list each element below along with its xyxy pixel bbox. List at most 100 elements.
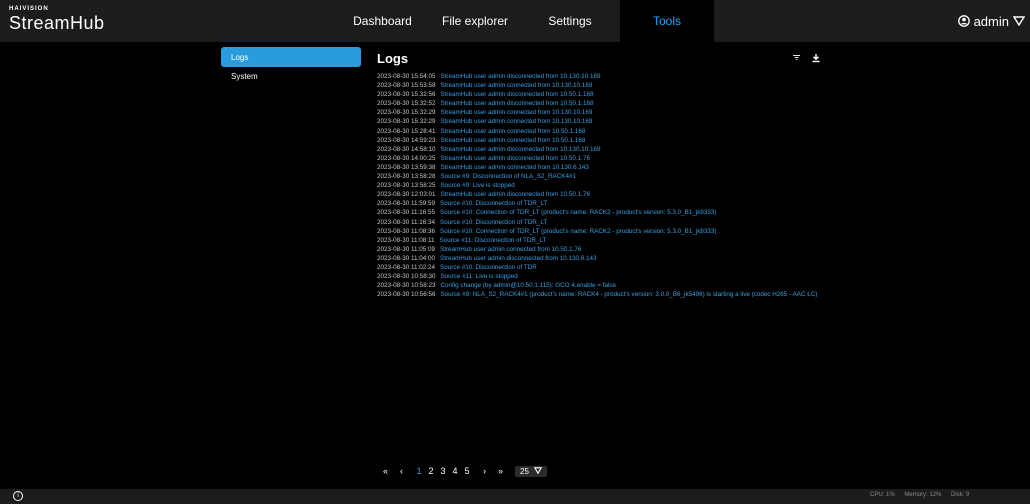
log-timestamp: 2023-08-30 13:59:38 [377, 163, 436, 171]
log-timestamp: 2023-08-30 10:58:23 [377, 282, 436, 290]
page-3-button[interactable]: 3 [437, 466, 449, 476]
per-page-value: 25 [520, 466, 529, 476]
info-icon[interactable]: i [13, 491, 23, 501]
sidebar-item-system[interactable]: System [221, 66, 361, 86]
per-page-select[interactable]: 25 [515, 465, 548, 477]
log-entry: 2023-08-30 10:58:30 Source #11: Live is s… [377, 272, 827, 281]
log-entry: 2023-08-30 14:59:23 StreamHub user admin … [377, 136, 827, 145]
log-message: Source #10: Connection of TDR_LT (produc… [440, 227, 717, 235]
log-entry: 2023-08-30 11:02:24 Source #10: Disconnec… [377, 263, 827, 272]
log-message: Source #9: Live is stopped [440, 182, 515, 190]
log-entry: 2023-08-30 12:03:01 StreamHub user admin … [377, 190, 827, 199]
brand-product: StreamHub [9, 13, 105, 33]
log-timestamp: 2023-08-30 11:16:34 [377, 218, 436, 226]
log-message: Source #10: Connection of TDR_LT (produc… [440, 209, 717, 217]
filter-icon[interactable] [792, 53, 801, 62]
page-title: Logs [377, 51, 409, 66]
log-entry: 2023-08-30 11:16:55 Source #10: Connectio… [377, 208, 827, 217]
tab-file-explorer[interactable]: File explorer [430, 0, 520, 42]
brand-logo: HAIVISION StreamHub [9, 6, 105, 33]
log-timestamp: 2023-08-30 11:59:59 [377, 200, 436, 208]
log-message: StreamHub user admin connected from 10.1… [440, 163, 589, 171]
log-entry: 2023-08-30 15:32:29 StreamHub user admin … [377, 117, 827, 126]
download-icon[interactable] [811, 53, 821, 63]
log-timestamp: 2023-08-30 15:32:52 [377, 100, 436, 108]
log-entry: 2023-08-30 15:53:58 StreamHub user admin … [377, 81, 827, 90]
log-entry: 2023-08-30 15:28:41 StreamHub user admin … [377, 127, 827, 136]
log-timestamp: 2023-08-30 11:08:36 [377, 227, 436, 235]
log-message: StreamHub user admin connected from 10.1… [440, 118, 593, 126]
user-menu[interactable]: admin [957, 0, 1030, 42]
log-entry: 2023-08-30 14:58:10 StreamHub user admin … [377, 145, 827, 154]
log-timestamp: 2023-08-30 13:58:28 [377, 173, 436, 181]
log-message: Source #10: Disconnection of TDR [440, 263, 537, 271]
log-entry: 2023-08-30 13:58:25 Source #9: Live is st… [377, 181, 827, 190]
system-stats: CPU: 1% Memory: 12% Disk: 9 [870, 492, 977, 498]
log-entry: 2023-08-30 11:08:11 Source #11: Disconnec… [377, 236, 827, 245]
sidebar-item-label: Logs [231, 52, 249, 62]
log-message: StreamHub user admin disconnected from 1… [440, 154, 590, 162]
log-message: StreamHub user admin disconnected from 1… [440, 145, 601, 153]
log-timestamp: 2023-08-30 11:05:09 [377, 245, 436, 253]
log-message: StreamHub user admin disconnected from 1… [440, 100, 594, 108]
log-entry: 2023-08-30 10:56:56 Source #9: NLA_S2_RAC… [377, 290, 827, 299]
log-message: StreamHub user admin connected from 10.1… [440, 82, 593, 90]
log-message: Source #10: Disconnection of TDR_LT [440, 200, 548, 208]
log-message: Source #11: Live is stopped [440, 273, 518, 281]
log-entry: 2023-08-30 15:32:52 StreamHub user admin … [377, 99, 827, 108]
user-name: admin [973, 13, 1009, 29]
log-timestamp: 2023-08-30 11:02:24 [377, 263, 436, 271]
chevron-down-icon [534, 466, 543, 474]
log-message: Source #9: Disconnection of NLA_S2_RACK4… [440, 173, 576, 181]
log-message: StreamHub user admin disconnected from 1… [440, 73, 601, 80]
page-1-button[interactable]: 1 [413, 466, 425, 476]
log-timestamp: 2023-08-30 10:58:30 [377, 273, 436, 281]
page-5-button[interactable]: 5 [461, 466, 473, 476]
tab-tools[interactable]: Tools [620, 0, 714, 42]
memory-stat: Memory: 12% [904, 492, 942, 498]
status-bar: i CPU: 1% Memory: 12% Disk: 9 [0, 489, 1030, 504]
log-entry: 2023-08-30 11:04:00 StreamHub user admin … [377, 254, 827, 263]
log-list: 2023-08-30 15:54:05 StreamHub user admin … [377, 72, 827, 299]
log-timestamp: 2023-08-30 10:56:56 [377, 291, 436, 299]
log-timestamp: 2023-08-30 14:00:25 [377, 154, 436, 162]
prev-page-button[interactable]: ‹ [400, 466, 403, 476]
log-timestamp: 2023-08-30 13:58:25 [377, 182, 436, 190]
tab-dashboard[interactable]: Dashboard [340, 0, 425, 42]
log-entry: 2023-08-30 15:32:56 StreamHub user admin … [377, 90, 827, 99]
last-page-button[interactable]: » [498, 466, 503, 476]
tab-settings[interactable]: Settings [525, 0, 615, 42]
log-timestamp: 2023-08-30 15:28:41 [377, 127, 436, 135]
page-4-button[interactable]: 4 [449, 466, 461, 476]
log-timestamp: 2023-08-30 11:08:11 [377, 236, 435, 244]
log-entry: 2023-08-30 10:58:23 Config change (by adm… [377, 281, 827, 290]
chevron-down-icon [1013, 16, 1025, 26]
log-message: Config change (by admin@10.50.1.115): GC… [440, 282, 617, 290]
user-icon [957, 15, 970, 27]
log-entry: 2023-08-30 11:08:36 Source #10: Connectio… [377, 227, 827, 236]
pagination: « ‹ 1 2 3 4 5 › » 25 [383, 464, 548, 478]
log-entry: 2023-08-30 13:58:28 Source #9: Disconnect… [377, 172, 827, 181]
log-timestamp: 2023-08-30 14:58:10 [377, 145, 436, 153]
next-page-button[interactable]: › [483, 466, 486, 476]
first-page-button[interactable]: « [383, 466, 388, 476]
log-entry: 2023-08-30 14:00:25 StreamHub user admin … [377, 154, 827, 163]
log-entry: 2023-08-30 11:05:09 StreamHub user admin … [377, 245, 827, 254]
log-message: Source #9: NLA_S2_RACK4#1 (product's nam… [440, 291, 818, 299]
sidebar-item-logs[interactable]: Logs [221, 47, 361, 67]
log-message: StreamHub user admin connected from 10.5… [440, 245, 582, 253]
disk-stat: Disk: 9 [951, 492, 970, 498]
log-timestamp: 2023-08-30 11:16:55 [377, 209, 436, 217]
log-message: StreamHub user admin disconnected from 1… [440, 254, 597, 262]
brand-company: HAIVISION [9, 6, 49, 12]
log-timestamp: 2023-08-30 11:04:00 [377, 254, 436, 262]
log-message: Source #10: Disconnection of TDR_LT [440, 218, 548, 226]
log-entry: 2023-08-30 15:54:05 StreamHub user admin … [377, 72, 827, 81]
page-2-button[interactable]: 2 [425, 466, 437, 476]
log-entry: 2023-08-30 15:32:29 StreamHub user admin … [377, 108, 827, 117]
log-message: StreamHub user admin disconnected from 1… [440, 191, 590, 199]
log-entry: 2023-08-30 11:59:59 Source #10: Disconnec… [377, 199, 827, 208]
log-timestamp: 2023-08-30 15:53:58 [377, 82, 436, 90]
log-message: StreamHub user admin connected from 10.5… [440, 127, 586, 135]
cpu-stat: CPU: 1% [870, 492, 895, 498]
